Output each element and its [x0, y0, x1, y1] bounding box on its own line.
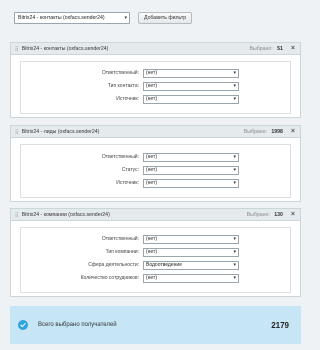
- filter-label: Источник:: [116, 180, 139, 186]
- total-recipients-banner: Всего выбрано получателей 2179: [10, 306, 301, 344]
- close-icon[interactable]: ×: [291, 211, 295, 218]
- source-field-select[interactable]: (нет) ▾: [143, 94, 239, 104]
- status-select[interactable]: (нет) ▾: [143, 165, 239, 175]
- selected-count: 51: [277, 45, 283, 52]
- employee-count-select[interactable]: (нет) ▾: [143, 273, 239, 283]
- total-label: Всего выбрано получателей: [38, 322, 117, 328]
- filter-row: Тип компании: (нет) ▾: [21, 247, 290, 257]
- selected-label: Выбрано:: [243, 128, 267, 135]
- filter-label: Ответственный:: [101, 154, 139, 160]
- source-select-value: Bitrix24 - контакты (oxfacs.sender24): [18, 15, 105, 21]
- total-count: 2179: [271, 320, 289, 330]
- filter-row: Источник: (нет) ▾: [21, 94, 290, 104]
- filter-box: Ответственный: (нет) ▾ Статус: (нет) ▾ И…: [20, 144, 291, 198]
- select-value: Водоотведение: [146, 262, 182, 268]
- filter-row: Ответственный: (нет) ▾: [21, 234, 290, 244]
- filter-panel-companies: ⣿ Bitrix24 - компании (oxfacs.sender24) …: [10, 208, 301, 297]
- panel-title: Bitrix24 - компании (oxfacs.sender24): [21, 211, 110, 218]
- filter-row: Статус: (нет) ▾: [21, 165, 290, 175]
- chevron-down-icon: ▾: [233, 180, 236, 186]
- panel-header: ⣿ Bitrix24 - лиды (oxfacs.sender24) Выбр…: [11, 126, 300, 138]
- filter-row: Сфера деятельности: Водоотведение ▾: [21, 260, 290, 270]
- select-value: (нет): [146, 180, 157, 186]
- select-value: (нет): [146, 275, 157, 281]
- selected-count: 1998: [271, 128, 283, 135]
- panel-title: Bitrix24 - контакты (oxfacs.sender24): [21, 45, 109, 52]
- filter-box: Ответственный: (нет) ▾ Тип компании: (не…: [20, 227, 291, 293]
- filter-label: Количество сотрудников:: [80, 275, 139, 281]
- filter-box: Ответственный: (нет) ▾ Тип контакта: (не…: [20, 61, 291, 114]
- panel-header: ⣿ Bitrix24 - компании (oxfacs.sender24) …: [11, 209, 300, 221]
- filter-label: Ответственный:: [101, 70, 139, 76]
- select-value: (нет): [146, 154, 157, 160]
- select-value: (нет): [146, 249, 157, 255]
- contact-type-select[interactable]: (нет) ▾: [143, 81, 239, 91]
- selected-label: Выбрано:: [249, 45, 273, 52]
- select-value: (нет): [146, 167, 157, 173]
- check-circle-icon: [18, 320, 28, 330]
- chevron-down-icon: ▾: [233, 236, 236, 242]
- chevron-down-icon: ▾: [233, 70, 236, 76]
- source-select[interactable]: Bitrix24 - контакты (oxfacs.sender24) ▾: [14, 12, 130, 24]
- select-value: (нет): [146, 83, 157, 89]
- chevron-down-icon: ▾: [233, 167, 236, 173]
- selected-label: Выбрано:: [246, 211, 270, 218]
- industry-select[interactable]: Водоотведение ▾: [143, 260, 239, 270]
- chevron-down-icon: ▾: [233, 262, 236, 268]
- filter-label: Тип контакта:: [107, 83, 139, 89]
- filter-row: Источник: (нет) ▾: [21, 178, 290, 188]
- filter-label: Тип компании:: [105, 249, 139, 255]
- chevron-down-icon: ▾: [233, 96, 236, 102]
- chevron-down-icon: ▾: [124, 15, 127, 21]
- filter-row: Количество сотрудников: (нет) ▾: [21, 273, 290, 283]
- selected-summary: Выбрано: 130: [247, 212, 283, 218]
- drag-handle-icon[interactable]: ⣿: [15, 46, 18, 52]
- filter-row: Ответственный: (нет) ▾: [21, 152, 290, 162]
- filter-row: Тип контакта: (нет) ▾: [21, 81, 290, 91]
- filter-label: Статус:: [121, 167, 139, 173]
- panel-header: ⣿ Bitrix24 - контакты (oxfacs.sender24) …: [11, 43, 300, 55]
- chevron-down-icon: ▾: [233, 154, 236, 160]
- filter-label: Сфера деятельности:: [88, 262, 139, 268]
- chevron-down-icon: ▾: [233, 83, 236, 89]
- chevron-down-icon: ▾: [233, 275, 236, 281]
- panel-title: Bitrix24 - лиды (oxfacs.sender24): [21, 128, 100, 135]
- drag-handle-icon[interactable]: ⣿: [15, 212, 18, 218]
- selected-count: 130: [274, 211, 283, 218]
- select-value: (нет): [146, 70, 157, 76]
- source-field-select[interactable]: (нет) ▾: [143, 178, 239, 188]
- selected-summary: Выбрано: 51: [250, 46, 283, 52]
- selected-summary: Выбрано: 1998: [244, 129, 283, 135]
- filter-label: Ответственный:: [101, 236, 139, 242]
- close-icon[interactable]: ×: [291, 128, 295, 135]
- filter-row: Ответственный: (нет) ▾: [21, 68, 290, 78]
- filter-panel-contacts: ⣿ Bitrix24 - контакты (oxfacs.sender24) …: [10, 42, 301, 118]
- filter-panel-leads: ⣿ Bitrix24 - лиды (oxfacs.sender24) Выбр…: [10, 125, 301, 202]
- select-value: (нет): [146, 236, 157, 242]
- drag-handle-icon[interactable]: ⣿: [15, 129, 18, 135]
- toolbar: Bitrix24 - контакты (oxfacs.sender24) ▾ …: [14, 11, 193, 25]
- responsible-select[interactable]: (нет) ▾: [143, 152, 239, 162]
- filter-label: Источник:: [116, 96, 139, 102]
- responsible-select[interactable]: (нет) ▾: [143, 68, 239, 78]
- close-icon[interactable]: ×: [291, 45, 295, 52]
- responsible-select[interactable]: (нет) ▾: [143, 234, 239, 244]
- add-filter-button[interactable]: Добавить фильтр: [138, 12, 193, 24]
- company-type-select[interactable]: (нет) ▾: [143, 247, 239, 257]
- select-value: (нет): [146, 96, 157, 102]
- chevron-down-icon: ▾: [233, 249, 236, 255]
